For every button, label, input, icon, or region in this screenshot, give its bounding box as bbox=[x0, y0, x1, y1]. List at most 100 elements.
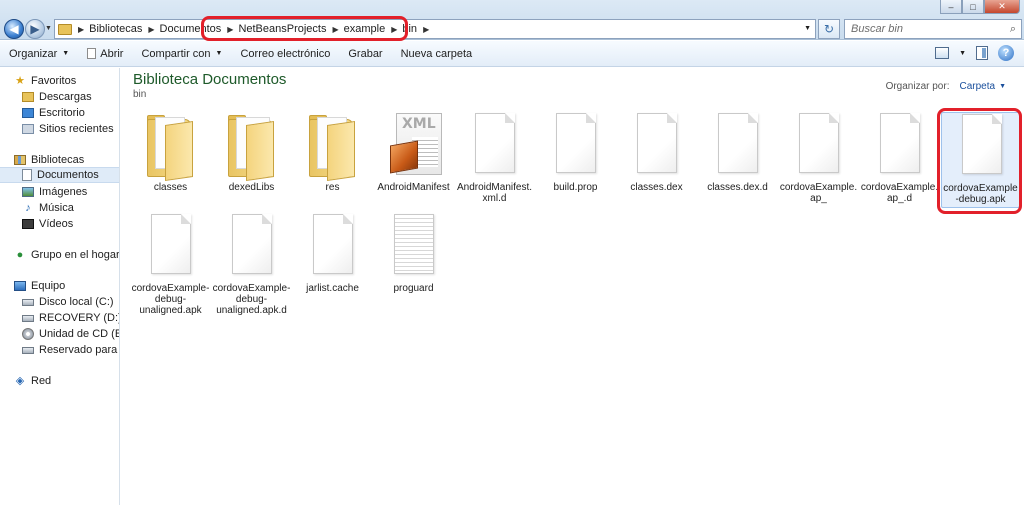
email-button[interactable]: Correo electrónico bbox=[231, 41, 339, 66]
nav-label: RECOVERY (D:) bbox=[39, 312, 120, 324]
refresh-button[interactable]: ↻ bbox=[818, 19, 840, 39]
nav-label: Imágenes bbox=[39, 186, 88, 198]
computer-icon bbox=[14, 281, 26, 291]
generic-file-icon bbox=[552, 113, 600, 179]
generic-file-icon bbox=[795, 113, 843, 179]
music-icon: ♪ bbox=[25, 202, 31, 214]
nav-escritorio[interactable]: Escritorio bbox=[0, 105, 119, 121]
nav-videos[interactable]: Vídeos bbox=[0, 216, 119, 232]
change-view-icon[interactable] bbox=[935, 47, 950, 59]
file-item-classes-dex[interactable]: classes.dex bbox=[617, 112, 696, 208]
email-label: Correo electrónico bbox=[240, 47, 331, 60]
nav-sitios-recientes[interactable]: Sitios recientes bbox=[0, 121, 119, 137]
nav-documentos[interactable]: Documentos bbox=[0, 167, 119, 183]
breadcrumb-highlight bbox=[201, 16, 408, 41]
search-placeholder: Buscar bin bbox=[851, 23, 903, 35]
videos-icon bbox=[22, 219, 34, 229]
file-item-dexedlibs[interactable]: dexedLibs bbox=[212, 112, 291, 208]
organize-menu[interactable]: Organizar ▼ bbox=[0, 41, 78, 66]
organize-label: Organizar bbox=[9, 47, 58, 60]
nav-favorites[interactable]: ★ Favoritos bbox=[0, 73, 119, 89]
file-item-proguard[interactable]: proguard bbox=[374, 213, 453, 309]
search-input[interactable]: Buscar bin ⌕ bbox=[844, 19, 1022, 39]
downloads-folder-icon bbox=[22, 92, 34, 102]
file-item-build-prop[interactable]: build.prop bbox=[536, 112, 615, 208]
folder-icon bbox=[58, 23, 72, 35]
address-dropdown-icon[interactable]: ▼ bbox=[804, 25, 811, 32]
open-button[interactable]: Abrir bbox=[78, 41, 132, 66]
nav-musica[interactable]: ♪ Música bbox=[0, 200, 119, 216]
new-folder-label: Nueva carpeta bbox=[400, 47, 473, 60]
nav-red[interactable]: ◈ Red bbox=[0, 373, 119, 389]
help-icon[interactable]: ? bbox=[998, 45, 1014, 61]
file-item-cordovaexample-debug-unaligned-apk[interactable]: cordovaExample-debug-unaligned.apk bbox=[131, 213, 210, 316]
chevron-down-icon: ▼ bbox=[215, 50, 223, 57]
generic-file-icon bbox=[228, 214, 276, 280]
file-item-jarlist-cache[interactable]: jarlist.cache bbox=[293, 213, 372, 309]
nav-label: Disco local (C:) bbox=[39, 296, 114, 308]
file-item-cordovaexample-ap[interactable]: cordovaExample.ap_ bbox=[779, 112, 858, 208]
refresh-icon: ↻ bbox=[823, 22, 835, 36]
breadcrumb-bibliotecas[interactable]: Bibliotecas ▶ bbox=[89, 20, 159, 38]
command-bar: Organizar ▼ Abrir Compartir con ▼ Correo e… bbox=[0, 41, 1024, 67]
address-bar[interactable]: ▶ Bibliotecas ▶ Documentos ▶ NetBeansProje… bbox=[54, 19, 816, 39]
breadcrumb-root-arrow[interactable]: ▶ bbox=[72, 20, 89, 38]
open-label: Abrir bbox=[100, 47, 124, 60]
text-file-icon bbox=[390, 214, 438, 280]
nav-label: Grupo en el hogar bbox=[31, 249, 120, 261]
file-item-res[interactable]: res bbox=[293, 112, 372, 208]
minimize-button[interactable]: – bbox=[940, 0, 962, 14]
back-button[interactable]: ◀ bbox=[4, 19, 24, 39]
breadcrumb-label: Bibliotecas bbox=[89, 23, 143, 35]
share-label: Compartir con bbox=[141, 47, 211, 60]
library-title: Biblioteca Documentos bbox=[133, 71, 287, 88]
file-name: cordovaExample.ap_ bbox=[779, 182, 858, 204]
pictures-icon bbox=[22, 187, 34, 197]
burn-button[interactable]: Grabar bbox=[339, 41, 391, 66]
file-item-classes-dex-d[interactable]: classes.dex.d bbox=[698, 112, 777, 208]
document-icon bbox=[87, 48, 97, 59]
file-name: classes.dex bbox=[630, 182, 683, 193]
chevron-down-icon[interactable]: ▼ bbox=[999, 83, 1006, 90]
generic-file-icon bbox=[714, 113, 762, 179]
nav-label: Música bbox=[39, 202, 74, 214]
preview-pane-icon[interactable] bbox=[976, 46, 988, 60]
file-name: res bbox=[325, 182, 340, 193]
nav-label: Documentos bbox=[37, 169, 99, 181]
nav-disco-c[interactable]: Disco local (C:) bbox=[0, 294, 119, 310]
documents-icon bbox=[22, 169, 32, 181]
arrange-by-label: Organizar por: bbox=[885, 81, 950, 92]
nav-reservado[interactable]: Reservado para el sis bbox=[0, 342, 119, 358]
generic-file-icon bbox=[471, 113, 519, 179]
file-name: cordovaExample-debug-unaligned.apk bbox=[131, 283, 210, 316]
folder-icon bbox=[147, 113, 195, 181]
nav-grupo-hogar[interactable]: ● Grupo en el hogar bbox=[0, 247, 120, 263]
folder-icon bbox=[309, 113, 357, 181]
search-icon[interactable]: ⌕ bbox=[1010, 23, 1016, 36]
file-item-cordovaexample-debug-unaligned-apk-d[interactable]: cordovaExample-debug-unaligned.apk.d bbox=[212, 213, 291, 316]
file-item-cordovaexample-ap-d[interactable]: cordovaExample.ap_.d bbox=[860, 112, 939, 208]
forward-button[interactable]: ▶ bbox=[25, 19, 45, 39]
file-item-androidmanifest[interactable]: XML AndroidManifest bbox=[374, 112, 453, 208]
nav-cd-e[interactable]: Unidad de CD (E:) bbox=[0, 326, 119, 342]
chevron-down-icon[interactable]: ▼ bbox=[959, 50, 966, 57]
file-item-androidmanifest-xml-d[interactable]: AndroidManifest.xml.d bbox=[455, 112, 534, 208]
maximize-button[interactable]: □ bbox=[962, 0, 984, 14]
new-folder-button[interactable]: Nueva carpeta bbox=[392, 41, 482, 66]
nav-label: Reservado para el sis bbox=[39, 344, 119, 356]
recent-pages-dropdown[interactable]: ▼ bbox=[45, 25, 52, 32]
nav-imagenes[interactable]: Imágenes bbox=[0, 184, 119, 200]
nav-descargas[interactable]: Descargas bbox=[0, 89, 119, 105]
nav-label: Sitios recientes bbox=[39, 123, 114, 135]
nav-equipo[interactable]: Equipo bbox=[0, 278, 119, 294]
file-item-classes[interactable]: classes bbox=[131, 112, 210, 208]
nav-bibliotecas[interactable]: Bibliotecas bbox=[0, 152, 119, 168]
close-button[interactable]: ✕ bbox=[984, 0, 1020, 14]
navigation-pane: ★ Favoritos Descargas Escritorio Sitios … bbox=[0, 68, 120, 505]
arrange-by-dropdown[interactable]: Carpeta bbox=[959, 81, 995, 92]
recent-places-icon bbox=[22, 124, 34, 134]
star-icon: ★ bbox=[15, 75, 25, 87]
share-menu[interactable]: Compartir con ▼ bbox=[132, 41, 231, 66]
nav-recovery-d[interactable]: RECOVERY (D:) bbox=[0, 310, 120, 326]
file-name: build.prop bbox=[553, 182, 598, 193]
